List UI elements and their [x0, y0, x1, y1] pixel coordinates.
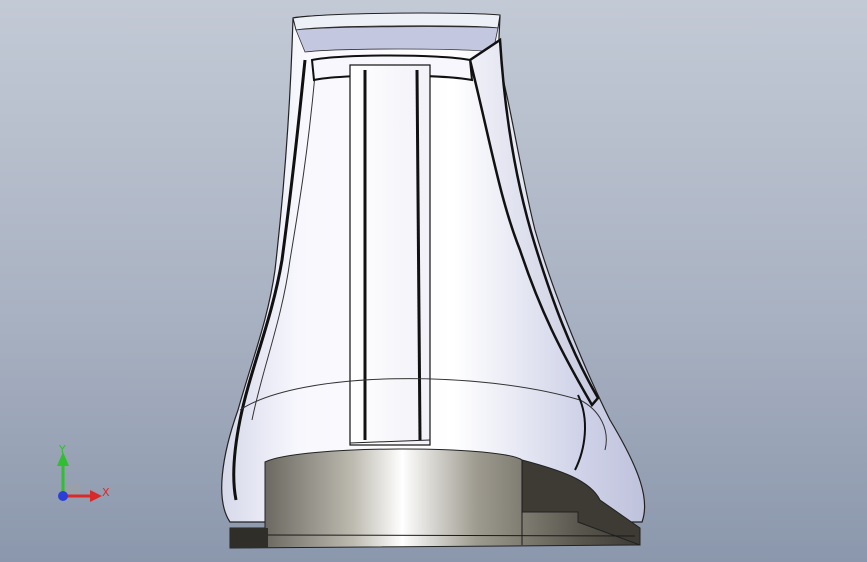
model-canvas[interactable] [0, 0, 867, 562]
heel-base [230, 528, 268, 548]
y-axis-label: Y [59, 443, 66, 456]
collar-inner [295, 26, 499, 53]
coordinate-triad[interactable]: Y X [40, 440, 130, 520]
coordinate-triad-icon [57, 452, 102, 502]
graphics-viewport[interactable]: Y X [0, 0, 867, 562]
x-axis-label: X [102, 486, 110, 499]
